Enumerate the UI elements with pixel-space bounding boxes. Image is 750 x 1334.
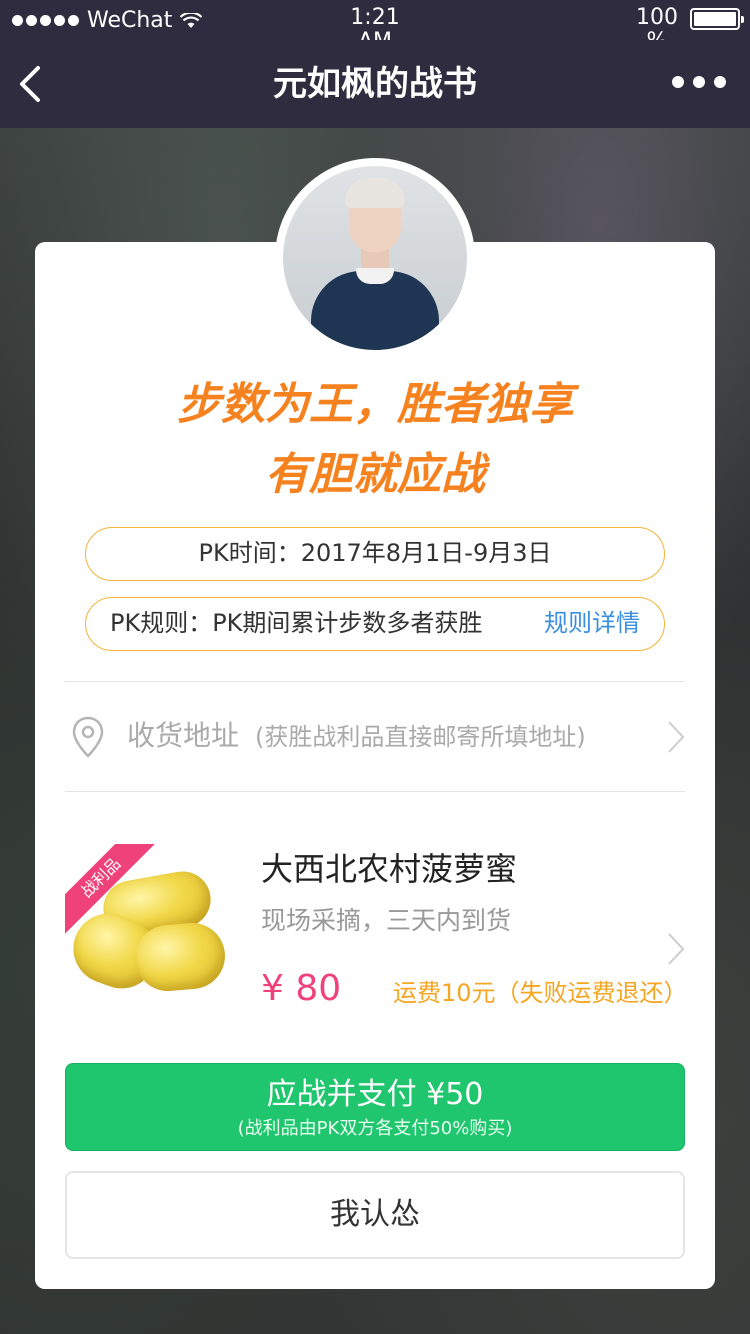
address-label: 收货地址	[127, 719, 240, 752]
more-menu-icon[interactable]	[672, 76, 726, 88]
prize-item[interactable]: 战利品 大西北农村菠萝蜜 现场采摘，三天内到货 ¥ 80 运费10元（失败运费退…	[65, 842, 688, 1012]
accept-button-subtext: (战利品由PK双方各支付50%购买)	[237, 1118, 513, 1139]
status-bar: WeChat 1:21 AM 100 %	[0, 0, 750, 54]
divider	[65, 791, 685, 792]
headline-line1: 步数为王，胜者独享	[177, 379, 573, 430]
battery-icon	[690, 8, 744, 30]
address-row[interactable]: 收货地址 (获胜战利品直接邮寄所填地址)	[65, 682, 685, 791]
address-hint: (获胜战利品直接邮寄所填地址)	[255, 723, 586, 751]
shipping-note: 运费10元（失败运费退还）	[393, 979, 688, 1007]
avatar-photo	[283, 166, 467, 350]
pk-rule-pill: PK规则：PK期间累计步数多者获胜 规则详情	[85, 597, 665, 651]
headline-line2: 有胆就应战	[265, 449, 485, 500]
pk-rule-text: PK规则：PK期间累计步数多者获胜	[110, 609, 483, 637]
prize-description: 现场采摘，三天内到货	[261, 906, 512, 935]
prize-name: 大西北农村菠萝蜜	[261, 850, 518, 888]
rule-details-link[interactable]: 规则详情	[544, 598, 640, 649]
challenge-card: 步数为王，胜者独享 有胆就应战 PK时间：2017年8月1日-9月3日 PK规则…	[35, 242, 715, 1289]
prize-price: ¥ 80	[261, 968, 342, 1009]
accept-pay-button[interactable]: 应战并支付 ¥50 (战利品由PK双方各支付50%购买)	[65, 1063, 685, 1151]
chevron-right-icon	[668, 721, 685, 753]
pk-time-pill: PK时间：2017年8月1日-9月3日	[85, 527, 665, 581]
chevron-right-icon	[668, 933, 685, 965]
location-pin-icon	[72, 716, 104, 758]
prize-image: 战利品	[65, 844, 235, 1012]
nav-bar: 元如枫的战书	[0, 40, 750, 128]
accept-button-label: 应战并支付 ¥50	[266, 1077, 484, 1112]
avatar	[275, 158, 475, 358]
page-title: 元如枫的战书	[273, 64, 477, 104]
decline-button[interactable]: 我认怂	[65, 1171, 685, 1259]
